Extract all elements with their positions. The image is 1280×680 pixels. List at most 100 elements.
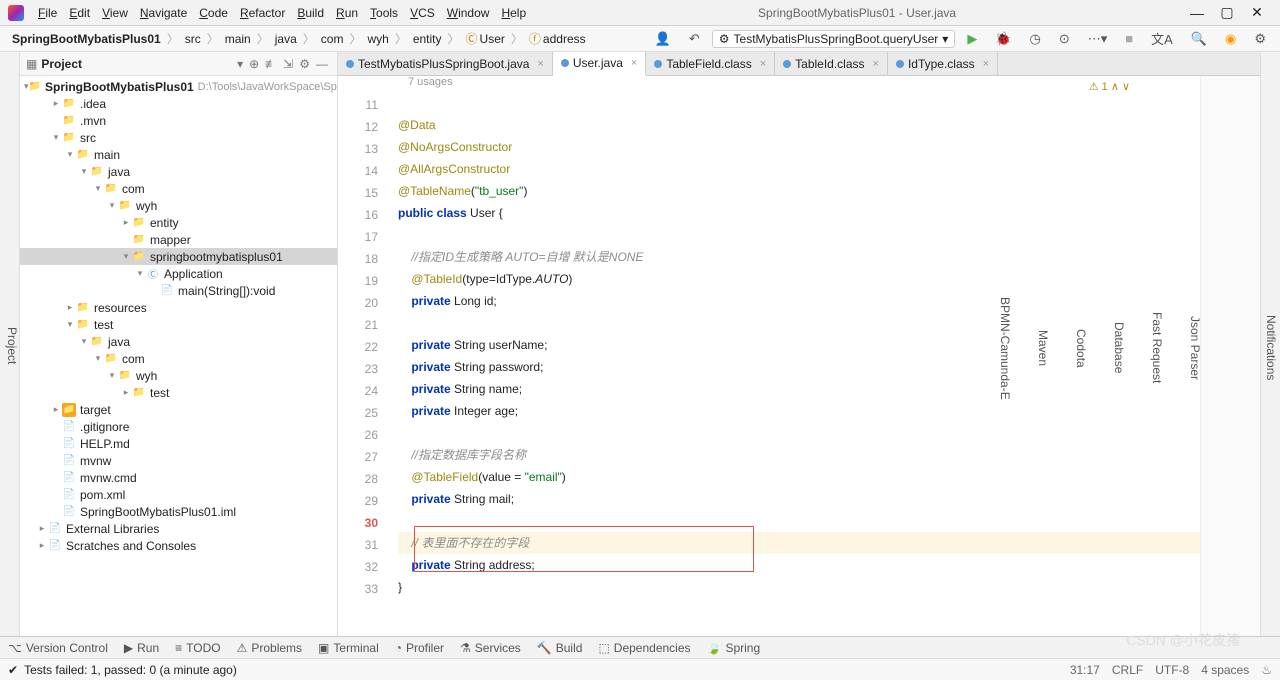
tree-node[interactable]: ▾📁java <box>20 333 337 350</box>
breadcrumb-item[interactable]: SpringBootMybatisPlus01 <box>8 32 165 46</box>
code-line[interactable]: public class User { <box>398 202 1200 224</box>
code-line[interactable] <box>398 422 1200 444</box>
tool-terminal[interactable]: ▣Terminal <box>318 641 379 655</box>
breadcrumb-item[interactable]: wyh <box>363 32 392 46</box>
code-line[interactable]: @AllArgsConstructor <box>398 158 1200 180</box>
chevron-down-icon[interactable]: ▾ <box>237 57 243 71</box>
search-icon[interactable]: 🔍 <box>1185 29 1213 49</box>
code-line[interactable]: //指定ID生成策略 AUTO=自增 默认是NONE <box>398 246 1200 268</box>
code-line[interactable]: @TableId(type=IdType.AUTO) <box>398 268 1200 290</box>
status-item[interactable]: UTF-8 <box>1155 663 1189 677</box>
breadcrumb-item[interactable]: ⓕaddress <box>525 30 590 47</box>
tree-node[interactable]: ▾📁wyh <box>20 367 337 384</box>
code-line[interactable]: private String mail; <box>398 488 1200 510</box>
tree-node[interactable]: ▾ⒸApplication <box>20 265 337 282</box>
menu-edit[interactable]: Edit <box>63 6 96 20</box>
more-run-button[interactable]: ⋯▾ <box>1082 29 1114 49</box>
breadcrumb-item[interactable]: entity <box>409 32 446 46</box>
tree-node[interactable]: 📄mvnw <box>20 452 337 469</box>
run-config-selector[interactable]: ⚙ TestMybatisPlusSpringBoot.queryUser ▾ <box>712 30 956 48</box>
collapse-icon[interactable]: ⇲ <box>283 57 293 71</box>
settings-icon[interactable]: ◉ <box>1219 29 1242 49</box>
editor-tab[interactable]: IdType.class× <box>888 52 998 75</box>
inspection-badge[interactable]: ⚠ 1 ∧ ∨ <box>1089 80 1130 93</box>
tree-node[interactable]: ▾📁test <box>20 316 337 333</box>
tree-node[interactable]: 📄.gitignore <box>20 418 337 435</box>
code-line[interactable]: private String userName; <box>398 334 1200 356</box>
code-line[interactable] <box>398 510 1200 532</box>
menu-help[interactable]: Help <box>495 6 532 20</box>
menu-navigate[interactable]: Navigate <box>134 6 193 20</box>
status-item[interactable]: ♨ <box>1261 663 1272 677</box>
close-tab-icon[interactable]: × <box>537 58 543 70</box>
code-line[interactable] <box>398 92 1200 114</box>
ide-settings-icon[interactable]: ⚙ <box>1248 29 1272 49</box>
tree-node[interactable]: 📁.mvn <box>20 112 337 129</box>
tree-node[interactable]: 📄pom.xml <box>20 486 337 503</box>
tree-node[interactable]: ▾📁com <box>20 350 337 367</box>
tree-node[interactable]: ▸📄External Libraries <box>20 520 337 537</box>
tree-node[interactable]: ▸📁.idea <box>20 95 337 112</box>
code-line[interactable]: //指定数据库字段名称 <box>398 444 1200 466</box>
project-tool-button[interactable]: Project <box>5 327 19 364</box>
tree-node[interactable]: 📄HELP.md <box>20 435 337 452</box>
hide-icon[interactable]: — <box>316 57 328 71</box>
project-tree[interactable]: ▾📁SpringBootMybatisPlus01D:\Tools\JavaWo… <box>20 76 337 636</box>
tree-node[interactable]: ▾📁springbootmybatisplus01 <box>20 248 337 265</box>
tree-root[interactable]: ▾📁SpringBootMybatisPlus01D:\Tools\JavaWo… <box>20 78 337 95</box>
code-line[interactable]: private String address; <box>398 554 1200 576</box>
breadcrumb-item[interactable]: main <box>221 32 255 46</box>
code-line[interactable]: private Long id; <box>398 290 1200 312</box>
back-button[interactable]: ↶ <box>683 29 706 49</box>
status-item[interactable]: CRLF <box>1112 663 1143 677</box>
tree-node[interactable]: 📄mvnw.cmd <box>20 469 337 486</box>
tree-node[interactable]: ▸📁resources <box>20 299 337 316</box>
menu-code[interactable]: Code <box>193 6 234 20</box>
maximize-button[interactable]: ▢ <box>1212 4 1242 21</box>
profile-button[interactable]: ⊙ <box>1053 29 1076 49</box>
select-target-icon[interactable]: ⊕ <box>249 57 259 71</box>
editor-tab[interactable]: TableId.class× <box>775 52 888 75</box>
tree-node[interactable]: 📁mapper <box>20 231 337 248</box>
breadcrumb-item[interactable]: com <box>317 32 348 46</box>
breadcrumb-item[interactable]: src <box>181 32 205 46</box>
debug-button[interactable]: 🐞 <box>989 29 1017 49</box>
tree-node[interactable]: ▾📁src <box>20 129 337 146</box>
tool-services[interactable]: ⚗Services <box>460 641 521 655</box>
menu-tools[interactable]: Tools <box>364 6 404 20</box>
code-line[interactable]: private String name; <box>398 378 1200 400</box>
code-line[interactable]: private String password; <box>398 356 1200 378</box>
status-item[interactable]: 31:17 <box>1070 663 1100 677</box>
menu-file[interactable]: File <box>32 6 63 20</box>
tool-notifications[interactable]: Notifications <box>1262 60 1280 636</box>
stop-button[interactable]: ■ <box>1119 29 1139 48</box>
code-line[interactable] <box>398 224 1200 246</box>
tree-node[interactable]: ▸📁entity <box>20 214 337 231</box>
menu-window[interactable]: Window <box>441 6 496 20</box>
code-line[interactable]: @TableField(value = "email") <box>398 466 1200 488</box>
tree-node[interactable]: 📄SpringBootMybatisPlus01.iml <box>20 503 337 520</box>
close-tab-icon[interactable]: × <box>873 58 879 70</box>
tree-node[interactable]: ▾📁wyh <box>20 197 337 214</box>
run-button[interactable]: ▶ <box>961 29 983 49</box>
menu-build[interactable]: Build <box>291 6 330 20</box>
tool-build[interactable]: 🔨Build <box>537 641 583 655</box>
tool-profiler[interactable]: ◔Profiler <box>395 641 444 655</box>
menu-run[interactable]: Run <box>330 6 364 20</box>
minimize-button[interactable]: — <box>1182 5 1212 21</box>
editor[interactable]: 1112131415161718192021222324252627282930… <box>338 76 1260 636</box>
code-line[interactable]: // 表里面不存在的字段 <box>398 532 1200 554</box>
breadcrumb-item[interactable]: ⒸUser <box>462 30 509 47</box>
editor-tab[interactable]: User.java× <box>553 52 646 76</box>
tree-node[interactable]: ▸📁target <box>20 401 337 418</box>
user-icon[interactable]: 👤 <box>649 29 677 49</box>
menu-view[interactable]: View <box>96 6 134 20</box>
tool-version-control[interactable]: ⌥Version Control <box>8 641 108 655</box>
tool-todo[interactable]: ≡TODO <box>175 641 220 655</box>
tool-run[interactable]: ▶Run <box>124 641 159 655</box>
settings-icon[interactable]: ⚙ <box>299 57 310 71</box>
code-line[interactable]: private Integer age; <box>398 400 1200 422</box>
translate-icon[interactable]: 文A <box>1145 27 1179 50</box>
tree-node[interactable]: 📄main(String[]):void <box>20 282 337 299</box>
minimap[interactable] <box>1200 76 1260 636</box>
